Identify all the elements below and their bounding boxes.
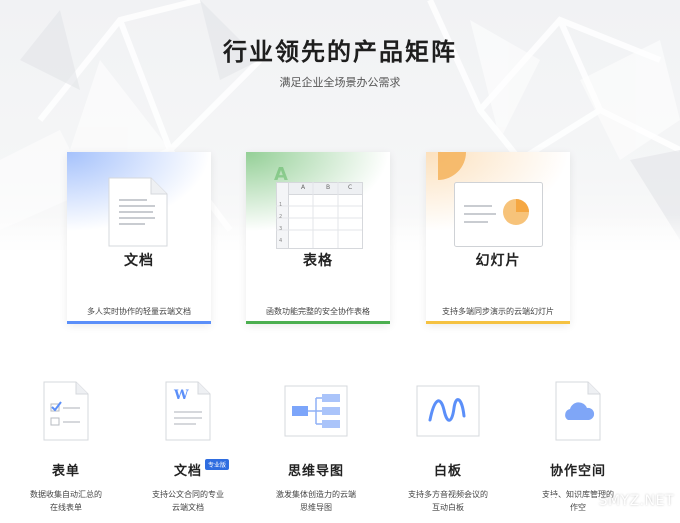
product-card-document[interactable]: 文档 多人实时协作的轻量云端文档	[67, 152, 211, 324]
tool-name: 白板	[433, 464, 462, 479]
tool-description: 支持公文合同的专业 云端文档	[152, 490, 224, 512]
tool-name: 思维导图	[287, 464, 344, 479]
pro-edition-badge: 专业版	[205, 459, 230, 470]
product-card-title: 表格	[303, 253, 333, 269]
product-card-slides[interactable]: 幻灯片 支持多端同步演示的云端幻灯片	[426, 152, 570, 324]
tool-item-form[interactable]: 表单 数据收集自动汇总的 在线表单	[6, 380, 126, 512]
product-card-accent-bar	[426, 321, 570, 324]
row-header-1: 1	[279, 202, 283, 208]
row-header-4: 4	[279, 238, 283, 244]
document-icon	[108, 177, 168, 247]
column-header-b: B	[326, 184, 331, 191]
tool-description: 数据收集自动汇总的 在线表单	[30, 490, 102, 512]
tool-description: 激发集体创造力的云端 思维导图	[276, 490, 356, 512]
tool-item-collaboration-space[interactable]: 协作空间 支持、知识库管理的 作空	[518, 380, 638, 512]
tool-name: 协作空间	[549, 464, 606, 479]
watermark-logo-icon	[546, 495, 562, 511]
product-card-description: 支持多端同步演示的云端幻灯片	[442, 307, 554, 316]
row-header-2: 2	[279, 214, 283, 220]
product-card-accent-bar	[246, 321, 390, 324]
product-card-title: 幻灯片	[475, 253, 521, 269]
whiteboard-icon	[416, 385, 480, 437]
spreadsheet-icon	[276, 182, 363, 249]
tool-item-whiteboard[interactable]: 白板 支持多方音视频会议的 互动白板	[388, 380, 508, 512]
tool-name: 表单	[51, 464, 80, 479]
tool-name: 文档	[173, 464, 202, 479]
product-card-description: 多人实时协作的轻量云端文档	[87, 307, 191, 316]
product-card-description: 函数功能完整的安全协作表格	[266, 307, 370, 316]
word-letter: W	[174, 388, 189, 403]
tool-item-mind-map[interactable]: 思维导图 激发集体创造力的云端 思维导图	[256, 380, 376, 512]
slides-icon	[454, 182, 543, 247]
page-title: 行业领先的产品矩阵	[223, 37, 457, 66]
column-header-a: A	[301, 184, 306, 191]
page-subtitle: 满足企业全场景办公需求	[279, 76, 401, 89]
mind-map-icon	[284, 385, 348, 437]
tool-item-pro-document[interactable]: W 文档 支持公文合同的专业 云端文档	[128, 380, 248, 512]
product-card-title: 文档	[124, 253, 154, 269]
tool-description: 支持多方音视频会议的 互动白板	[408, 490, 488, 512]
product-card-accent-bar	[67, 321, 211, 324]
form-checklist-icon	[43, 381, 89, 441]
column-header-c: C	[348, 184, 353, 191]
site-watermark: SMYZ.NET	[598, 493, 674, 509]
cloud-folder-icon	[555, 381, 601, 441]
product-card-spreadsheet[interactable]: A A B C 1 2 3 4 表格 函数功能完整的安全协作表格	[246, 152, 390, 324]
row-header-3: 3	[279, 226, 283, 232]
